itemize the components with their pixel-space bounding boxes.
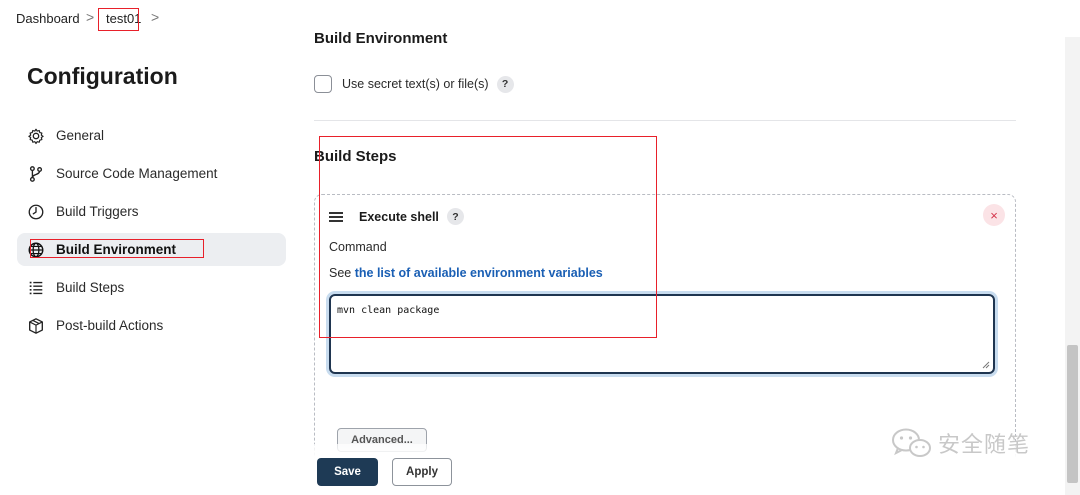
apply-button[interactable]: Apply: [392, 458, 452, 486]
wechat-icon: [892, 428, 931, 457]
drag-handle-icon[interactable]: [329, 211, 343, 222]
command-textarea[interactable]: mvn clean package: [329, 294, 995, 374]
scrollbar[interactable]: [1065, 37, 1080, 495]
sidebar: Configuration General Source Code Manage…: [0, 37, 300, 495]
delete-step-button[interactable]: ×: [983, 204, 1005, 226]
breadcrumb-project[interactable]: test01: [106, 11, 141, 26]
sidebar-item-label: Build Steps: [56, 280, 125, 295]
sidebar-item-general[interactable]: General: [17, 119, 286, 152]
section-title-build-steps: Build Steps: [314, 148, 397, 165]
divider: [314, 120, 1016, 121]
breadcrumb-separator: >: [86, 9, 95, 25]
sidebar-item-build-environment[interactable]: Build Environment: [17, 233, 286, 266]
watermark: 安全随笔: [890, 426, 1030, 460]
breadcrumb-dashboard[interactable]: Dashboard: [16, 11, 80, 26]
sidebar-item-build-triggers[interactable]: Build Triggers: [17, 195, 286, 228]
resize-grip-icon[interactable]: [982, 361, 990, 369]
sidebar-item-label: General: [56, 128, 105, 143]
gear-icon: [27, 127, 45, 145]
command-label: Command: [329, 240, 387, 254]
breadcrumb-separator[interactable]: >: [151, 9, 159, 25]
secret-checkbox-label[interactable]: Use secret text(s) or file(s): [342, 77, 489, 91]
command-text: mvn clean package: [337, 305, 440, 316]
help-icon[interactable]: ?: [446, 208, 464, 225]
section-title-build-environment: Build Environment: [314, 30, 448, 47]
sidebar-item-label: Post-build Actions: [56, 318, 164, 333]
sidebar-item-label: Build Triggers: [56, 204, 139, 219]
secret-checkbox-row: Use secret text(s) or file(s) ?: [314, 75, 514, 93]
watermark-text: 安全随笔: [938, 432, 1031, 457]
scrollbar-thumb[interactable]: [1067, 345, 1078, 483]
branch-icon: [27, 165, 45, 183]
sidebar-item-label: Build Environment: [56, 242, 177, 257]
page-title: Configuration: [27, 63, 178, 89]
secret-checkbox[interactable]: [314, 75, 332, 93]
step-header: Execute shell ?: [329, 208, 464, 225]
env-vars-hint: See the list of available environment va…: [329, 266, 603, 280]
sidebar-item-post-build-actions[interactable]: Post-build Actions: [17, 309, 286, 342]
sidebar-item-label: Source Code Management: [56, 166, 218, 181]
globe-icon: [27, 241, 45, 259]
help-icon[interactable]: ?: [496, 75, 514, 93]
save-button[interactable]: Save: [317, 458, 378, 486]
step-title: Execute shell: [359, 209, 439, 224]
breadcrumb: Dashboard > test01 >: [0, 0, 1080, 38]
package-icon: [27, 317, 45, 335]
sidebar-item-build-steps[interactable]: Build Steps: [17, 271, 286, 304]
sidebar-item-source-code-management[interactable]: Source Code Management: [17, 157, 286, 190]
see-prefix: See: [329, 266, 352, 280]
clock-icon: [27, 203, 45, 221]
env-vars-link[interactable]: the list of available environment variab…: [355, 266, 603, 280]
list-icon: [27, 279, 45, 297]
